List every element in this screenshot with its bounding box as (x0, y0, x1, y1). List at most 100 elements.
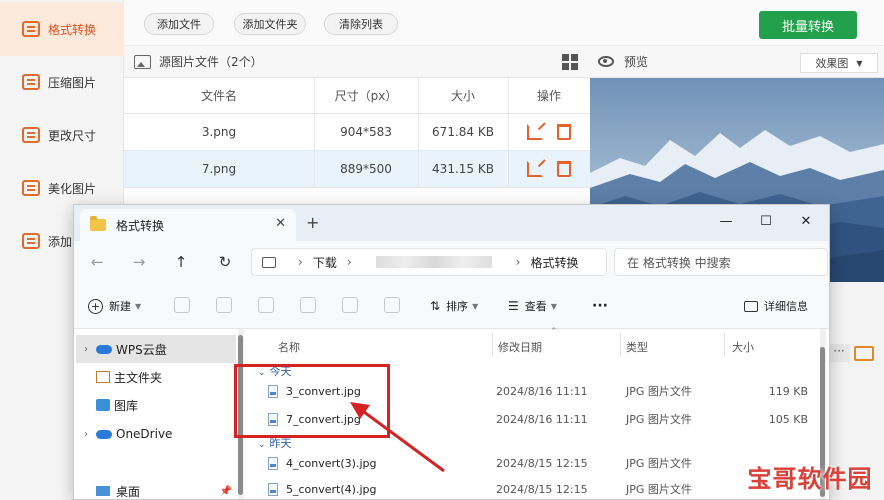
file-size: 105 KB (768, 412, 808, 426)
col-modified[interactable]: 修改日期 (498, 339, 542, 355)
chevron-right-icon: › (84, 343, 88, 355)
pin-icon: 📌 (219, 485, 232, 497)
up-arrow-icon[interactable]: ↑ (170, 251, 192, 273)
rename-icon[interactable] (300, 297, 316, 313)
eye-icon (598, 56, 614, 67)
col-dimensions: 尺寸（px） (334, 89, 398, 103)
chevron-right-icon: › (298, 255, 303, 269)
refresh-icon[interactable]: ↻ (214, 251, 236, 273)
delete-icon[interactable] (557, 161, 571, 177)
resize-icon (22, 127, 40, 143)
batch-convert-button[interactable]: 批量转换 (759, 11, 857, 39)
close-icon[interactable]: ✕ (275, 216, 286, 231)
explorer-tab[interactable]: 格式转换 ✕ (80, 209, 296, 241)
view-icon: ☰ (508, 299, 519, 313)
paste-icon[interactable] (258, 297, 274, 313)
details-pane-icon (744, 300, 758, 312)
app-toolbar: 添加文件 添加文件夹 清除列表 批量转换 (124, 0, 884, 46)
sidebar-item-label: 美化图片 (48, 181, 97, 196)
grid-view-icon[interactable] (562, 54, 578, 70)
file-type: JPG 图片文件 (626, 457, 692, 470)
minimize-button[interactable]: — (716, 211, 736, 231)
open-file-icon[interactable] (527, 161, 543, 177)
row-filename: 7.png (201, 162, 237, 176)
blurred-path (375, 256, 492, 268)
chevron-up-icon: ⌃ (550, 327, 558, 337)
file-size: 119 KB (768, 384, 808, 398)
breadcrumb-item[interactable]: 格式转换 (530, 254, 578, 271)
more-button[interactable]: ··· (592, 296, 608, 316)
gallery-icon (96, 399, 110, 411)
home-icon (96, 371, 110, 383)
maximize-button[interactable]: ☐ (756, 211, 776, 231)
sidebar-item-label: 格式转换 (48, 22, 97, 37)
open-file-icon[interactable] (527, 124, 543, 140)
file-name: 5_convert(4).jpg (286, 482, 377, 496)
add-folder-button[interactable]: 添加文件夹 (234, 13, 306, 35)
nav-item-label: 桌面 (116, 484, 141, 499)
watermark-logo: 宝哥软件园 (747, 464, 873, 493)
preview-mode-select[interactable]: 效果图 ▼ (800, 53, 878, 73)
format-convert-icon (22, 21, 40, 37)
new-button[interactable]: + 新建 ▼ (88, 296, 141, 316)
sidebar-item-resize[interactable]: 更改尺寸 (0, 108, 124, 162)
add-watermark-icon (22, 233, 40, 249)
share-icon[interactable] (342, 297, 358, 313)
col-name[interactable]: 名称 (278, 339, 300, 355)
chevron-down-icon: ⌄ (258, 440, 266, 450)
nav-item-gallery[interactable]: 图库 (76, 391, 236, 419)
col-type[interactable]: 类型 (626, 339, 648, 355)
explorer-command-bar: + 新建 ▼ ⇅ 排序 ▼ ☰ 查看 ▼ ··· 详细信息 (74, 283, 829, 329)
file-type: JPG 图片文件 (626, 483, 692, 496)
sidebar-item-format-convert[interactable]: 格式转换 (0, 2, 124, 56)
back-arrow-icon[interactable]: ← (86, 251, 108, 273)
chevron-down-icon: ▼ (135, 301, 142, 311)
col-size: 大小 (450, 89, 475, 103)
view-button[interactable]: ☰ 查看 ▼ (508, 296, 557, 316)
col-size[interactable]: 大小 (732, 339, 754, 355)
details-button[interactable]: 详细信息 (744, 296, 808, 316)
close-window-button[interactable]: ✕ (796, 211, 816, 231)
more-options-icon[interactable]: ··· (828, 344, 850, 362)
table-row[interactable]: 7.png 889*500 431.15 KB (124, 151, 590, 188)
file-explorer-window: 格式转换 ✕ + — ☐ ✕ ← → ↑ ↻ › 下载 › › 格式转换 在 格… (73, 204, 830, 500)
explorer-navbar: ← → ↑ ↻ › 下载 › › 格式转换 在 格式转换 中搜索 (74, 241, 829, 283)
search-input[interactable]: 在 格式转换 中搜索 (614, 248, 828, 276)
clear-list-button[interactable]: 清除列表 (324, 13, 398, 35)
col-actions: 操作 (536, 89, 561, 103)
list-item[interactable]: 5_convert(4).jpg 2024/8/15 12:15 JPG 图片文… (268, 477, 808, 499)
sidebar-item-label: 更改尺寸 (48, 128, 97, 143)
sort-button[interactable]: ⇅ 排序 ▼ (430, 296, 478, 316)
nav-item-home[interactable]: 主文件夹 (76, 363, 236, 391)
compress-icon (22, 74, 40, 90)
copy-icon[interactable] (216, 297, 232, 313)
output-folder-icon[interactable] (854, 346, 874, 361)
nav-item-onedrive[interactable]: › OneDrive (76, 420, 236, 448)
nav-item-label: 图库 (114, 398, 139, 413)
nav-item-label: OneDrive (116, 427, 173, 441)
sidebar-item-label: 压缩图片 (48, 75, 97, 90)
row-dimensions: 889*500 (340, 162, 392, 176)
new-tab-button[interactable]: + (306, 213, 319, 232)
file-type: JPG 图片文件 (626, 413, 692, 426)
sidebar-item-compress[interactable]: 压缩图片 (0, 55, 124, 109)
row-size: 671.84 KB (432, 125, 494, 139)
beautify-icon (22, 180, 40, 196)
delete-icon[interactable] (384, 297, 400, 313)
breadcrumb-item[interactable]: 下载 (313, 254, 337, 271)
source-files-title: 源图片文件（2个） (159, 55, 263, 69)
chevron-right-icon: › (515, 255, 521, 269)
add-file-button[interactable]: 添加文件 (144, 13, 214, 35)
file-type: JPG 图片文件 (626, 385, 692, 398)
plus-icon: + (88, 298, 103, 314)
annotation-arrow (350, 402, 445, 473)
delete-icon[interactable] (557, 124, 571, 140)
address-bar[interactable]: › 下载 › › 格式转换 (251, 248, 607, 276)
explorer-tabbar: 格式转换 ✕ + — ☐ ✕ (74, 205, 829, 241)
preview-header: 预览 效果图 ▼ (590, 46, 884, 78)
forward-arrow-icon[interactable]: → (128, 251, 150, 273)
nav-item-wps-cloud[interactable]: › WPS云盘 (76, 335, 236, 363)
table-row[interactable]: 3.png 904*583 671.84 KB (124, 114, 590, 151)
nav-item-desktop[interactable]: 桌面 📌 (76, 477, 236, 499)
cut-icon[interactable] (174, 297, 190, 313)
